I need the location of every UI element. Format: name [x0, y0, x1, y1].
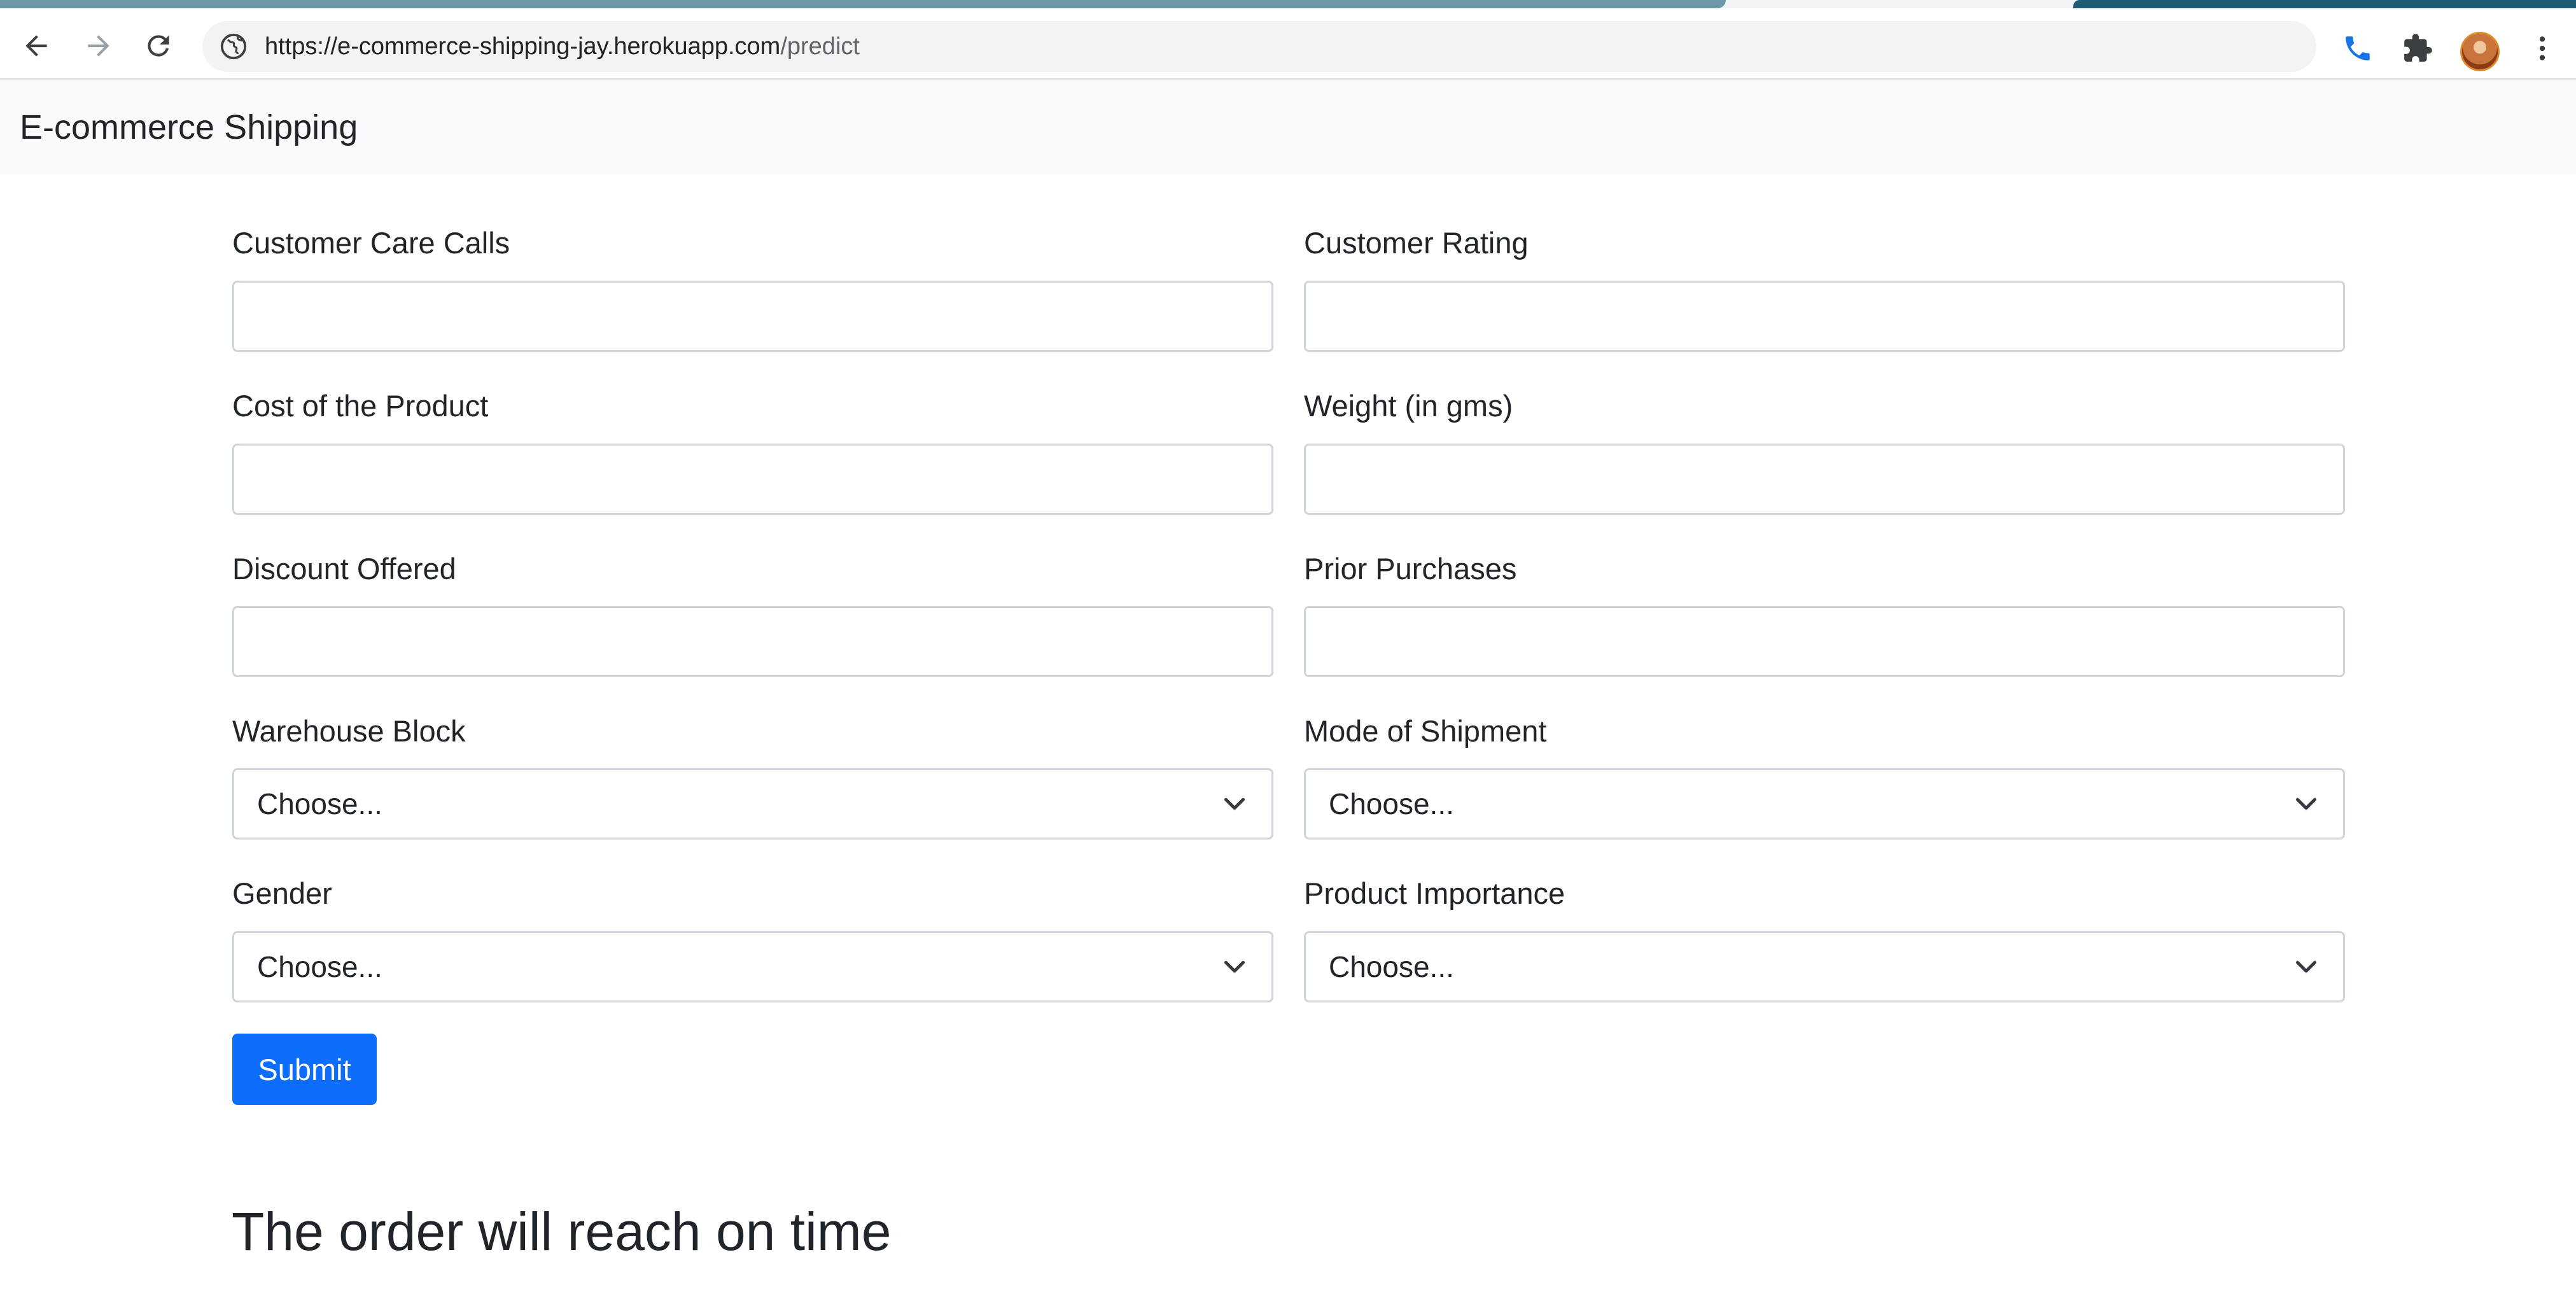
mode-of-shipment-label: Mode of Shipment — [1304, 714, 1547, 748]
chevron-down-icon — [2296, 797, 2316, 810]
gender-label: Gender — [232, 876, 332, 910]
chevron-down-icon — [1224, 797, 1245, 810]
submit-button[interactable]: Submit — [232, 1034, 377, 1105]
mode-of-shipment-select[interactable]: Choose... — [1304, 768, 2345, 839]
puzzle-icon[interactable] — [2402, 32, 2433, 64]
discount-offered-label: Discount Offered — [232, 552, 456, 586]
tab-strip — [0, 0, 2576, 8]
weight-label: Weight (in gms) — [1304, 389, 1513, 423]
discount-offered-input[interactable] — [232, 606, 1273, 677]
chevron-down-icon — [2296, 960, 2316, 973]
customer-rating-input[interactable] — [1304, 281, 2345, 352]
gender-select[interactable]: Choose... — [232, 931, 1273, 1002]
chevron-down-icon — [1224, 960, 1245, 973]
phone-icon[interactable] — [2342, 32, 2374, 64]
prediction-result: The order will reach on time — [232, 1202, 892, 1261]
customer-care-calls-input[interactable] — [232, 281, 1273, 352]
navbar: E-commerce Shipping — [0, 80, 2576, 174]
prior-purchases-label: Prior Purchases — [1304, 552, 1517, 586]
url-text[interactable]: https://e-commerce-shipping-jay.herokuap… — [265, 21, 860, 72]
warehouse-block-selected: Choose... — [257, 787, 382, 820]
mode-of-shipment-selected: Choose... — [1329, 787, 1454, 820]
customer-care-calls-label: Customer Care Calls — [232, 226, 510, 260]
customer-rating-label: Customer Rating — [1304, 226, 1529, 260]
kebab-menu-icon[interactable] — [2526, 32, 2558, 64]
product-importance-select[interactable]: Choose... — [1304, 931, 2345, 1002]
browser-toolbar: https://e-commerce-shipping-jay.herokuap… — [0, 8, 2576, 80]
back-arrow-icon[interactable] — [20, 30, 52, 62]
warehouse-block-label: Warehouse Block — [232, 714, 466, 748]
product-importance-label: Product Importance — [1304, 876, 1565, 910]
tab-group[interactable] — [2073, 0, 2576, 8]
cost-of-product-input[interactable] — [232, 444, 1273, 515]
weight-input[interactable] — [1304, 444, 2345, 515]
product-importance-selected: Choose... — [1329, 950, 1454, 983]
profile-avatar[interactable] — [2460, 32, 2500, 71]
prior-purchases-input[interactable] — [1304, 606, 2345, 677]
forward-arrow-icon[interactable] — [83, 30, 115, 62]
cost-of-product-label: Cost of the Product — [232, 389, 489, 423]
navbar-brand[interactable]: E-commerce Shipping — [20, 80, 358, 174]
globe-icon[interactable] — [219, 32, 248, 61]
gender-selected: Choose... — [257, 950, 382, 983]
warehouse-block-select[interactable]: Choose... — [232, 768, 1273, 839]
active-tab[interactable] — [0, 0, 1726, 8]
url-host: https://e-commerce-shipping-jay.herokuap… — [265, 33, 781, 60]
url-path: /predict — [780, 33, 860, 60]
address-bar[interactable]: https://e-commerce-shipping-jay.herokuap… — [202, 21, 2316, 72]
reload-icon[interactable] — [143, 30, 174, 62]
